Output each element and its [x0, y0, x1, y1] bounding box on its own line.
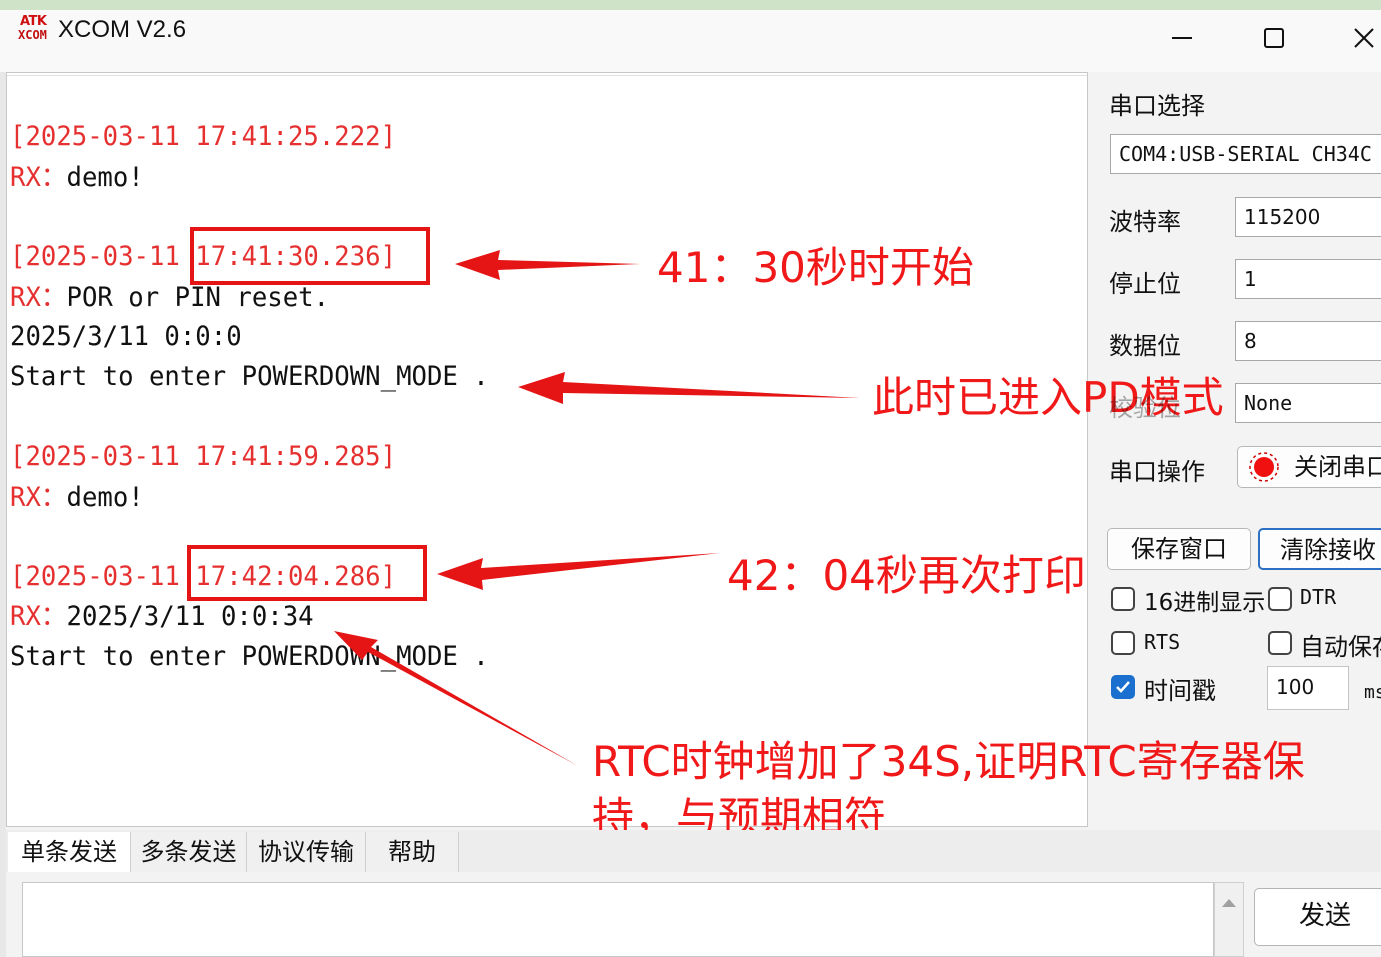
rx-text: 2025/3/11 0:0:34: [66, 601, 314, 632]
minimize-button[interactable]: [1152, 10, 1212, 66]
baud-dropdown[interactable]: 115200: [1235, 197, 1381, 237]
close-icon: [1354, 28, 1374, 48]
receive-top-line: [7, 75, 1087, 76]
maximize-icon: [1264, 28, 1284, 48]
send-scrollbar[interactable]: [1214, 882, 1244, 957]
log-line: [2025-03-11 17:41:25.222]: [10, 121, 397, 152]
logo-text-top: ATK: [20, 14, 47, 29]
log-line: RX：2025/3/11 0:0:34: [10, 600, 314, 634]
log-line: RX：demo!: [10, 481, 144, 515]
dtr-checkbox[interactable]: [1268, 587, 1292, 611]
rx-text: demo!: [66, 482, 144, 513]
interval-unit: ms: [1364, 682, 1381, 703]
close-button[interactable]: [1334, 10, 1381, 66]
interval-input[interactable]: 100: [1267, 666, 1349, 710]
window-title: XCOM V2.6: [58, 16, 187, 43]
stop-bits-label: 停止位: [1109, 270, 1181, 298]
data-bits-label: 数据位: [1109, 332, 1181, 360]
annotation-text: RTC时钟增加了34S,证明RTC寄存器保: [592, 737, 1305, 786]
send-button[interactable]: 发送: [1254, 888, 1381, 946]
rx-text: demo!: [66, 162, 144, 193]
clear-receive-button[interactable]: 清除接收: [1258, 528, 1381, 570]
annotation-text: 41：30秒时开始: [657, 243, 974, 292]
log-line: Start to enter POWERDOWN_MODE .: [10, 641, 489, 672]
rx-prefix: RX：: [10, 162, 67, 193]
timestamp-label: 时间戳: [1144, 677, 1216, 705]
rts-label: RTS: [1144, 630, 1181, 654]
port-select-dropdown[interactable]: COM4:USB-SERIAL CH34C: [1110, 134, 1381, 174]
checkmark-icon: [1116, 681, 1130, 693]
minimize-icon: [1172, 37, 1192, 39]
close-port-button[interactable]: 关闭串口: [1237, 446, 1381, 488]
app-logo: ATK XCOM: [18, 14, 54, 50]
parity-dropdown[interactable]: None: [1235, 383, 1381, 423]
save-window-button[interactable]: 保存窗口: [1107, 528, 1251, 570]
hex-display-label: 16进制显示: [1144, 590, 1266, 616]
tab-protocol[interactable]: 协议传输: [247, 832, 366, 872]
log-line: RX：demo!: [10, 161, 144, 195]
dtr-label: DTR: [1300, 585, 1337, 609]
tab-help[interactable]: 帮助: [366, 832, 459, 872]
log-line: RX：POR or PIN reset.: [10, 281, 329, 315]
maximize-button[interactable]: [1244, 10, 1304, 66]
port-operation-label: 串口操作: [1109, 458, 1205, 486]
auto-save-label: 自动保存: [1300, 633, 1381, 661]
log-line: Start to enter POWERDOWN_MODE .: [10, 361, 489, 392]
rx-prefix: RX：: [10, 282, 67, 313]
logo-text-bottom: XCOM: [18, 28, 47, 42]
close-port-label: 关闭串口: [1294, 453, 1381, 481]
rx-prefix: RX：: [10, 482, 67, 513]
baud-label: 波特率: [1109, 208, 1181, 236]
tab-multi-send[interactable]: 多条发送: [131, 832, 247, 872]
timestamp-checkbox[interactable]: [1111, 675, 1135, 699]
annotation-text: 42：04秒再次打印: [727, 551, 1086, 600]
background-strip: [0, 0, 1381, 10]
scroll-up-icon: [1222, 899, 1236, 907]
hex-display-checkbox[interactable]: [1111, 587, 1135, 611]
rx-text: POR or PIN reset.: [66, 282, 330, 313]
rx-prefix: RX：: [10, 601, 67, 632]
stop-bits-dropdown[interactable]: 1: [1235, 259, 1381, 299]
port-status-icon: [1249, 452, 1279, 482]
highlight-box: [187, 545, 427, 601]
tab-single-send[interactable]: 单条发送: [8, 832, 131, 872]
send-textarea[interactable]: [22, 882, 1214, 957]
log-line: [2025-03-11 17:41:59.285]: [10, 441, 397, 472]
auto-save-checkbox[interactable]: [1268, 631, 1292, 655]
highlight-box: [190, 227, 430, 285]
log-line: 2025/3/11 0:0:0: [10, 321, 242, 352]
parity-label: 校验位: [1109, 394, 1181, 422]
data-bits-dropdown[interactable]: 8: [1235, 321, 1381, 361]
rts-checkbox[interactable]: [1111, 631, 1135, 655]
port-select-label: 串口选择: [1109, 92, 1205, 120]
